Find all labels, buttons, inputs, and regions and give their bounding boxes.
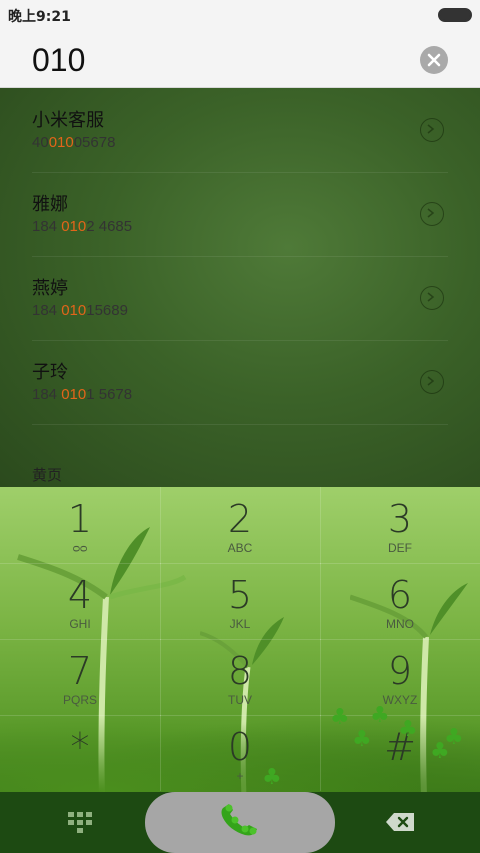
key-digit: 7 xyxy=(67,649,93,693)
status-bar: 晚上9:21 xyxy=(0,0,480,28)
contact-row[interactable]: 子玲 184 0101 5678 xyxy=(32,340,448,425)
dial-query-input[interactable]: 010 xyxy=(32,42,85,79)
number-prefix: 184 xyxy=(32,386,62,403)
clover-icon: ♣ xyxy=(398,717,418,742)
key-letters: MNO xyxy=(386,617,414,631)
chevron-right-icon xyxy=(427,292,435,302)
chevron-right-icon xyxy=(427,376,435,386)
contact-row[interactable]: 雅娜 184 0102 4685 xyxy=(32,172,448,257)
key-letters: DEF xyxy=(388,541,412,555)
dialpad-icon[interactable] xyxy=(68,812,92,834)
contact-number: 184 01015689 xyxy=(32,302,128,319)
number-prefix: 40 xyxy=(32,134,49,151)
dialpad: 1 ᴑᴑ 2 ABC 3 DEF 4 GHI 5 JKL 6 MNO 7 PQR… xyxy=(0,487,480,792)
key-4[interactable]: 4 GHI xyxy=(0,563,161,640)
number-match: 010 xyxy=(61,386,87,403)
key-letters: JKL xyxy=(229,617,251,631)
key-star[interactable]: * xyxy=(0,715,161,791)
key-digit: 5 xyxy=(227,573,253,617)
key-digit: 2 xyxy=(227,497,253,541)
contact-detail-button[interactable] xyxy=(420,202,444,226)
contact-detail-button[interactable] xyxy=(420,118,444,142)
bottom-action-bar xyxy=(0,792,480,853)
key-letters: PQRS xyxy=(62,693,97,707)
key-1[interactable]: 1 ᴑᴑ xyxy=(0,487,161,564)
key-8[interactable]: 8 TUV xyxy=(160,639,321,716)
section-header-yellow-pages: 黄页 xyxy=(32,466,63,484)
clover-icon: ♣ xyxy=(262,765,282,790)
contact-row[interactable]: 小米客服 4001005678 xyxy=(32,88,448,173)
contact-row[interactable]: 燕婷 184 01015689 xyxy=(32,256,448,341)
clover-icon: ♣ xyxy=(370,703,390,728)
contact-detail-button[interactable] xyxy=(420,286,444,310)
number-prefix: 184 xyxy=(32,218,62,235)
voicemail-icon: ᴑᴑ xyxy=(72,541,88,555)
chevron-right-icon xyxy=(427,124,435,134)
number-suffix: 2 4685 xyxy=(86,218,133,235)
key-digit: 6 xyxy=(387,573,413,617)
close-icon xyxy=(427,53,441,67)
contact-name: 子玲 xyxy=(32,362,68,383)
key-letters: ABC xyxy=(227,541,253,555)
key-letters: GHI xyxy=(69,617,91,631)
contact-number: 184 0102 4685 xyxy=(32,218,132,235)
key-digit: * xyxy=(70,725,90,769)
key-7[interactable]: 7 PQRS xyxy=(0,639,161,716)
key-digit: 3 xyxy=(387,497,413,541)
number-match: 010 xyxy=(48,134,74,151)
number-suffix: 15689 xyxy=(86,302,128,319)
key-letters: TUV xyxy=(228,693,252,707)
call-button[interactable] xyxy=(145,792,335,853)
key-digit: 9 xyxy=(387,649,413,693)
clover-icon: ♣ xyxy=(352,727,372,752)
battery-icon xyxy=(438,8,472,22)
contact-number: 184 0101 5678 xyxy=(32,386,132,403)
contact-name: 小米客服 xyxy=(32,110,104,131)
backspace-icon[interactable] xyxy=(385,812,415,832)
status-time: 晚上9:21 xyxy=(8,9,71,25)
key-digit: 4 xyxy=(67,573,93,617)
number-suffix: 05678 xyxy=(73,134,116,151)
clover-icon: ♣ xyxy=(430,739,450,764)
key-2[interactable]: 2 ABC xyxy=(160,487,321,564)
phone-icon xyxy=(221,804,257,836)
contact-name: 燕婷 xyxy=(32,278,68,299)
key-digit: 1 xyxy=(67,497,93,541)
key-5[interactable]: 5 JKL xyxy=(160,563,321,640)
search-bar[interactable]: 010 xyxy=(0,28,480,88)
search-results: 小米客服 4001005678 雅娜 184 0102 4685 燕婷 184 … xyxy=(0,88,480,487)
key-digit: 8 xyxy=(227,649,253,693)
number-match: 010 xyxy=(61,218,87,235)
number-suffix: 1 5678 xyxy=(86,386,133,403)
key-digit: 0 xyxy=(227,725,253,769)
number-prefix: 184 xyxy=(32,302,62,319)
key-6[interactable]: 6 MNO xyxy=(320,563,480,640)
clover-icon: ♣ xyxy=(330,705,350,730)
key-letters: + xyxy=(236,769,244,783)
key-0[interactable]: 0 + xyxy=(160,715,321,791)
contact-detail-button[interactable] xyxy=(420,370,444,394)
key-3[interactable]: 3 DEF xyxy=(320,487,480,564)
chevron-right-icon xyxy=(427,208,435,218)
contact-name: 雅娜 xyxy=(32,194,68,215)
clear-button[interactable] xyxy=(420,46,448,74)
number-match: 010 xyxy=(61,302,87,319)
contact-number: 4001005678 xyxy=(32,134,115,151)
